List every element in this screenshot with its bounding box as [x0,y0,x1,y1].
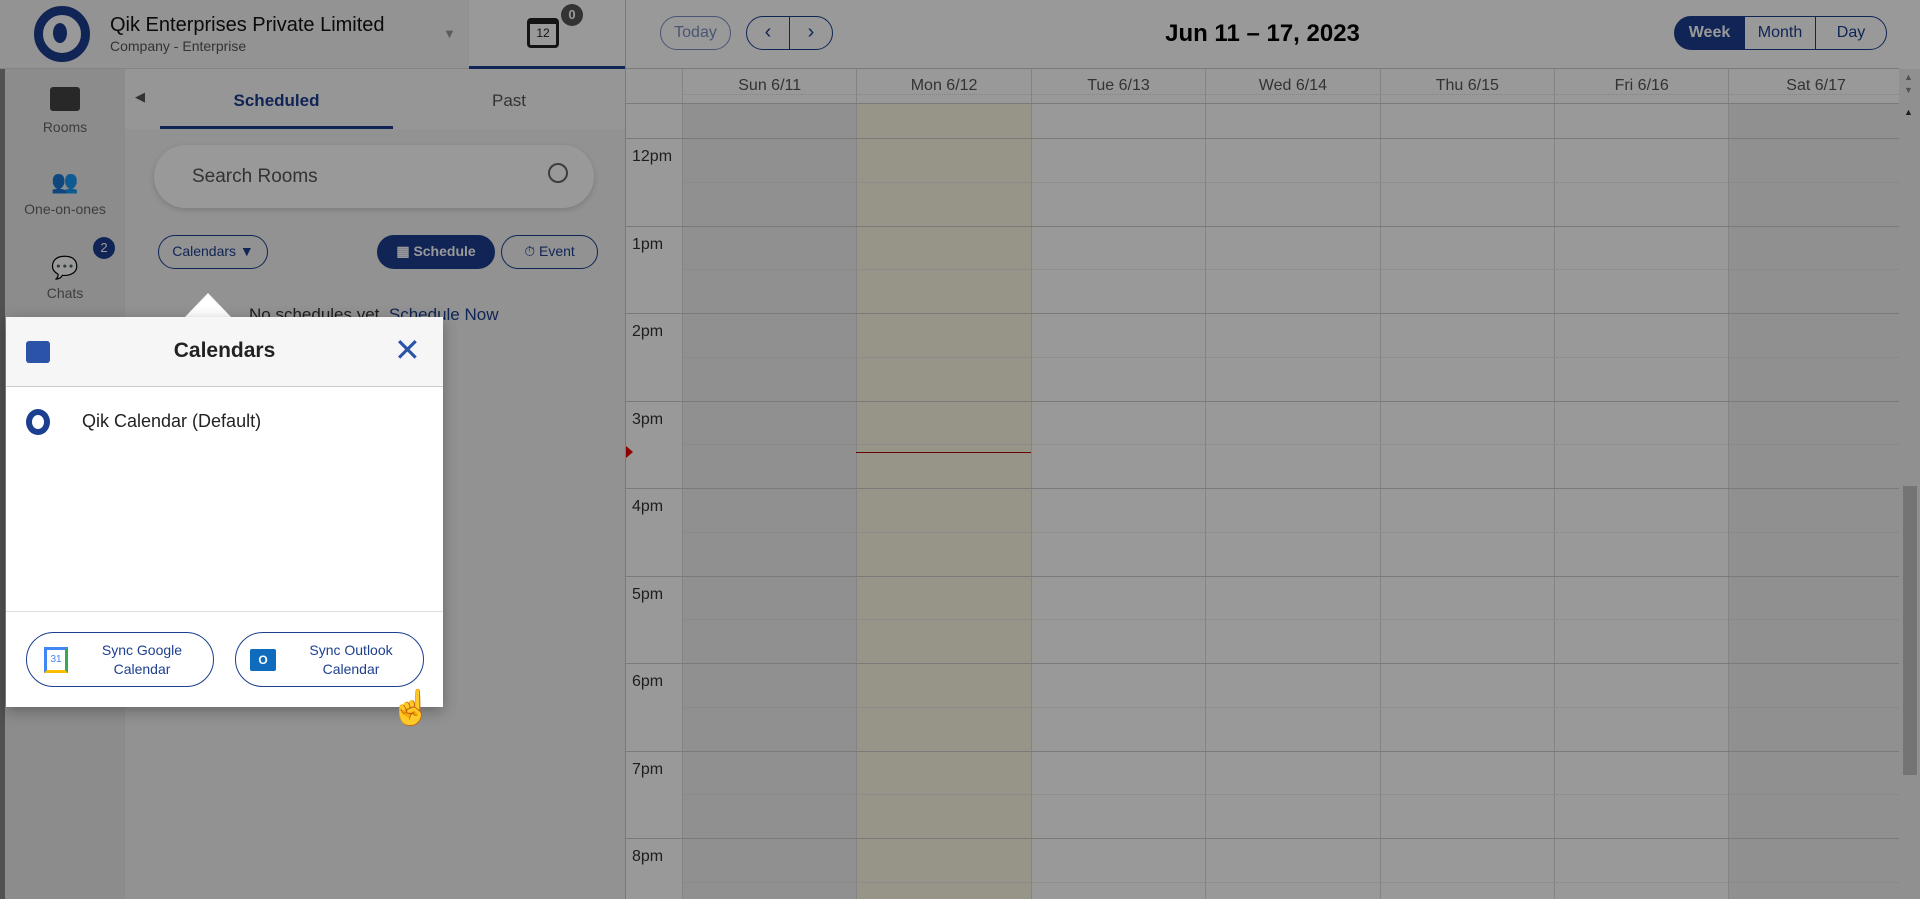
close-icon[interactable]: ✕ [394,331,421,369]
qik-calendar-icon [26,409,50,435]
sync-google-button[interactable]: 31 Sync Google Calendar [26,632,214,687]
sync-google-label: Sync Google Calendar [101,642,183,677]
google-calendar-icon: 31 [44,647,68,673]
calendar-name: Qik Calendar (Default) [82,411,262,431]
sync-outlook-button[interactable]: O Sync Outlook Calendar [235,632,424,687]
calendar-list-item[interactable]: Qik Calendar (Default) [6,407,443,447]
divider [6,611,443,612]
popup-arrow [184,293,232,318]
sync-outlook-label: Sync Outlook Calendar [309,642,393,677]
calendars-popup: Calendars ✕ Qik Calendar (Default) 31 Sy… [6,317,443,707]
popup-title: Calendars [173,339,276,362]
outlook-icon: O [250,649,276,671]
hand-cursor-icon: ☝ [390,689,433,727]
popup-header: Calendars ✕ [6,317,443,387]
